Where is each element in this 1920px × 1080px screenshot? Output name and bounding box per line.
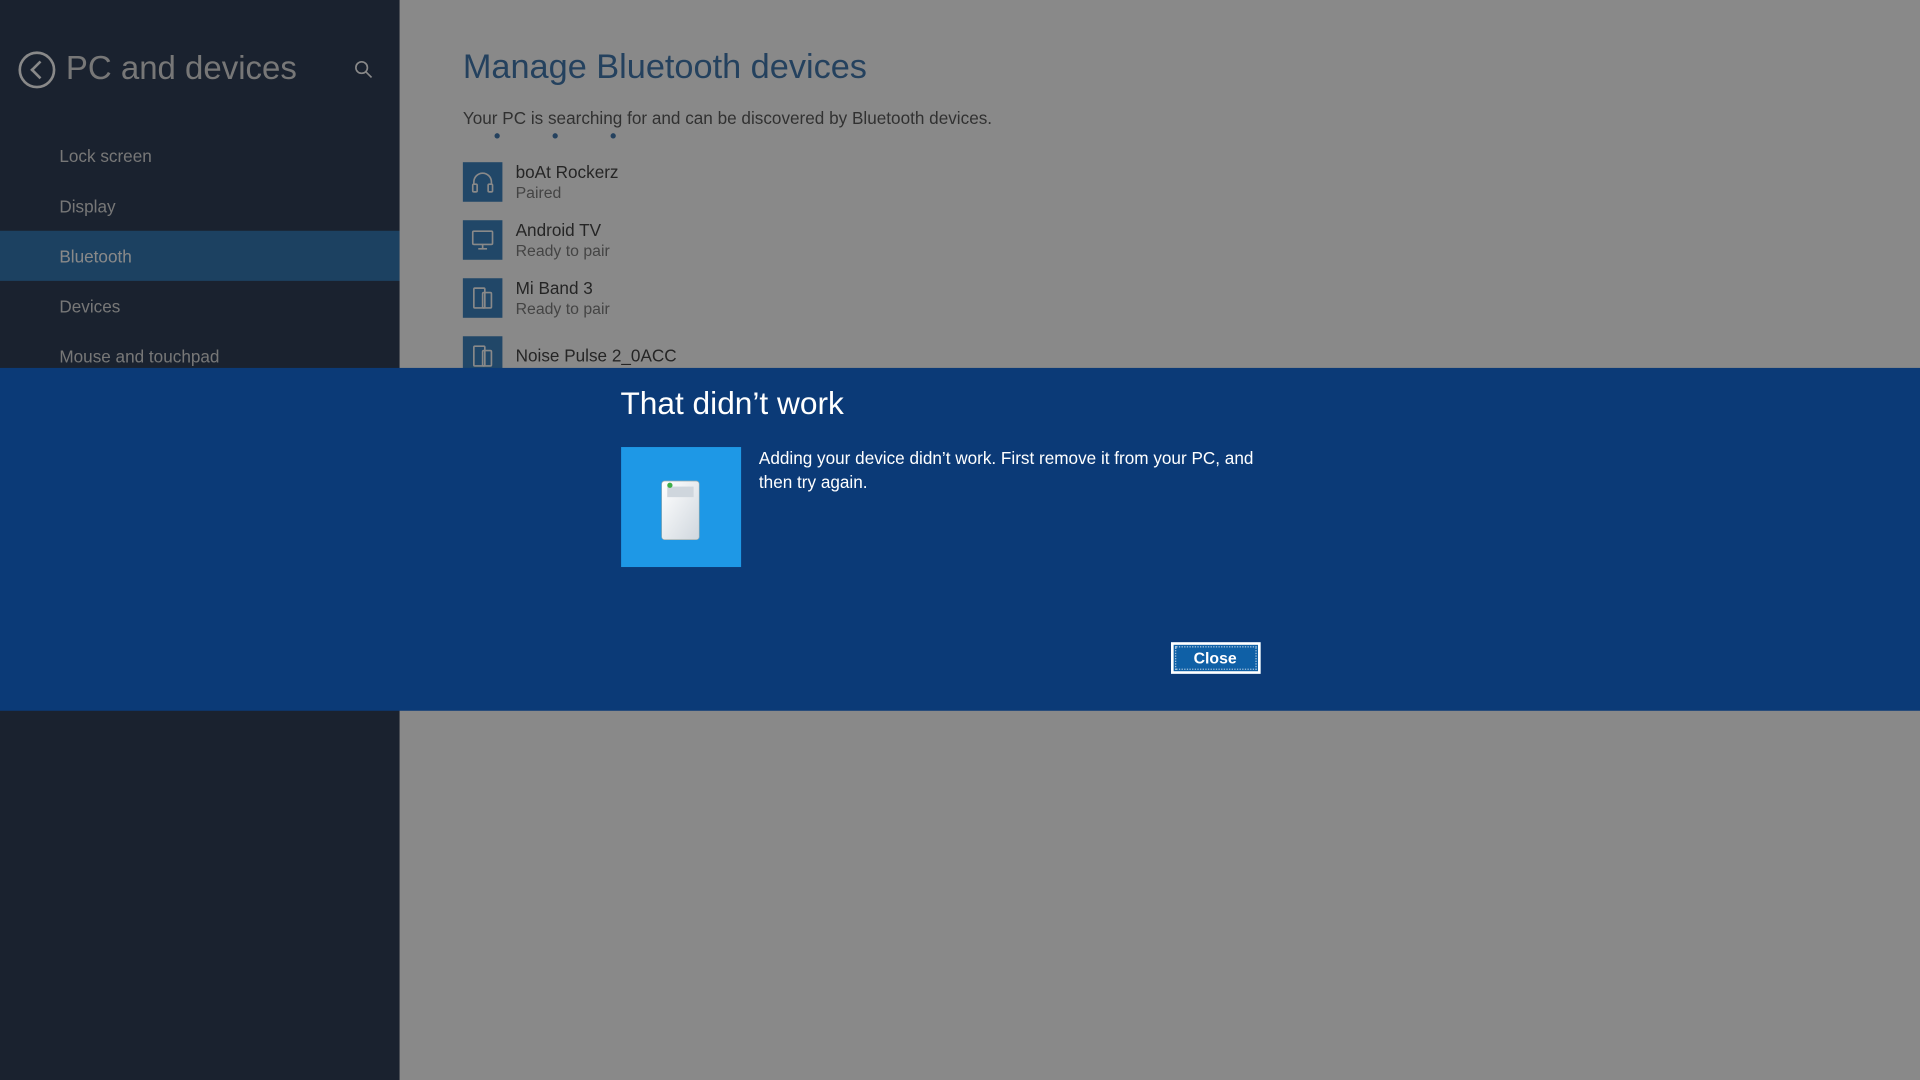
modal-actions: Close — [620, 642, 1286, 711]
modal-title: That didn’t work — [620, 386, 1286, 423]
modal-message: Adding your device didn’t work. First re… — [759, 447, 1286, 567]
close-button-label: Close — [1194, 649, 1237, 667]
device-computer-icon — [620, 447, 740, 567]
error-modal: That didn’t work — [0, 368, 1920, 711]
modal-content: That didn’t work — [620, 368, 1286, 711]
modal-body: Adding your device didn’t work. First re… — [620, 447, 1286, 567]
close-button[interactable]: Close — [1170, 642, 1260, 674]
